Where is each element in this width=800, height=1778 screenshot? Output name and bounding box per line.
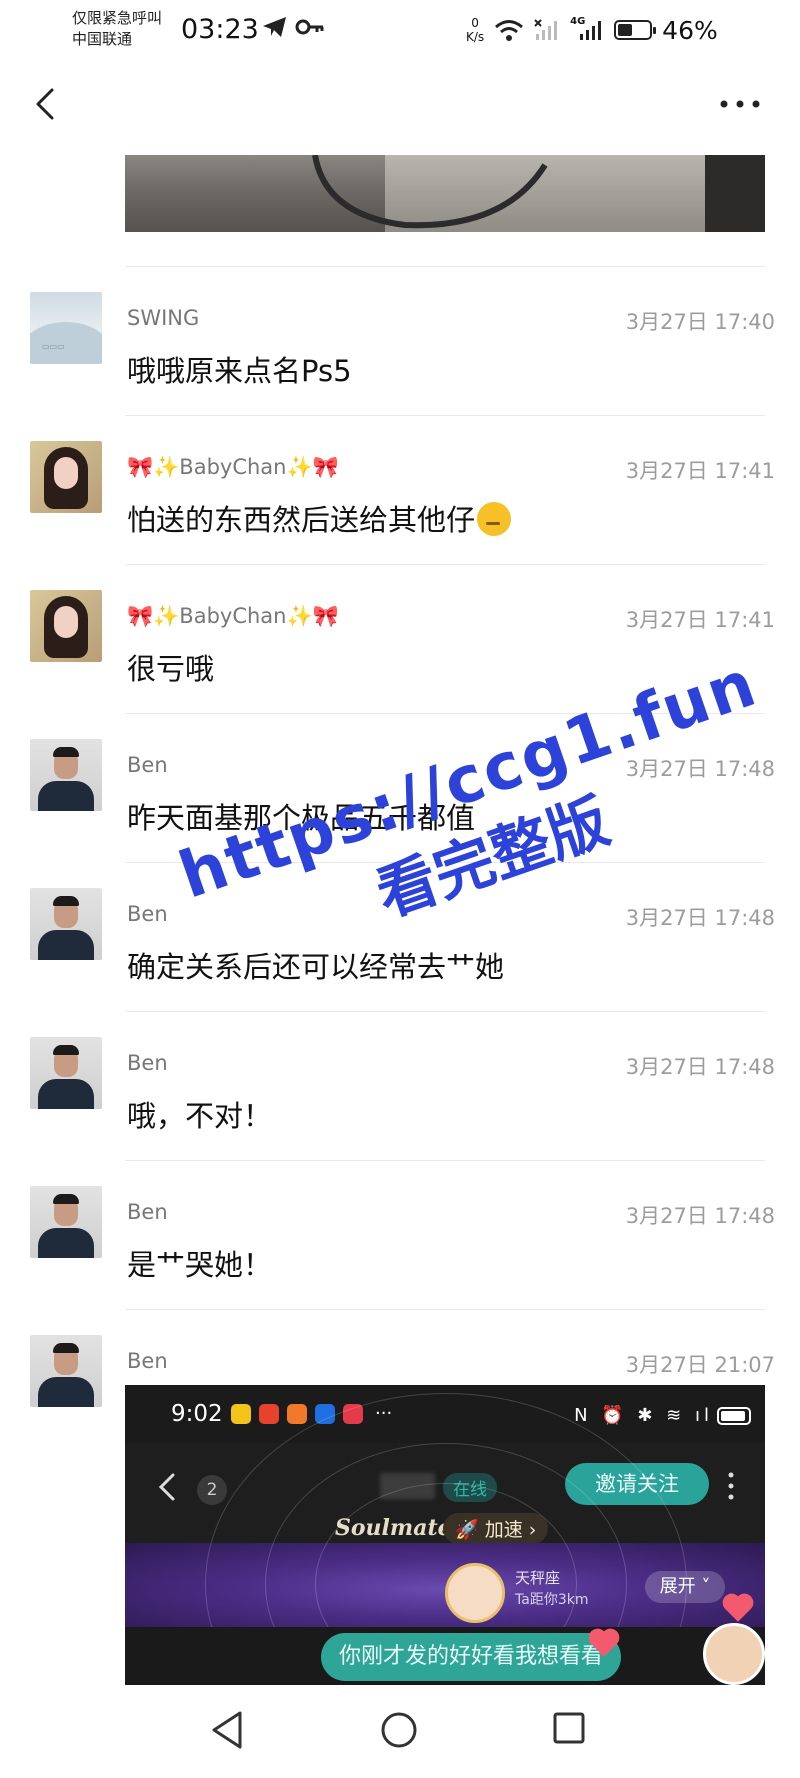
post-image-partial[interactable] bbox=[125, 155, 765, 232]
comment-time: 3月27日 17:48 bbox=[625, 757, 775, 781]
commenter-name[interactable]: Ben bbox=[127, 1200, 168, 1224]
comment-text: 哦哦原来点名Ps5 bbox=[127, 354, 352, 388]
more-horizontal-icon[interactable] bbox=[718, 96, 762, 112]
comment-time: 3月27日 17:40 bbox=[625, 310, 775, 334]
more-vertical-icon bbox=[728, 1472, 734, 1500]
status-bar: 仅限紧急呼叫 中国联通 03:23 0 K/s 4G 46% bbox=[0, 0, 800, 60]
comment-time: 3月27日 17:48 bbox=[625, 906, 775, 930]
triangle-back-icon[interactable] bbox=[208, 1709, 246, 1751]
status-left-icons bbox=[262, 16, 325, 44]
avatar[interactable] bbox=[30, 441, 102, 513]
comment-item[interactable]: ▭▭▭ SWING 3月27日 17:40 哦哦原来点名Ps5 bbox=[0, 270, 800, 410]
app-icon bbox=[259, 1403, 279, 1424]
commenter-name[interactable]: Ben bbox=[127, 902, 168, 926]
chat-message-bubble: 你刚才发的好好看我想看看 bbox=[321, 1633, 622, 1681]
avatar[interactable] bbox=[30, 1186, 102, 1258]
system-nav-bar bbox=[0, 1685, 800, 1778]
commenter-name[interactable]: 🎀✨BabyChan✨🎀 bbox=[127, 455, 339, 480]
avatar[interactable] bbox=[30, 590, 102, 662]
battery-percent: 46% bbox=[662, 15, 718, 45]
comment-text: 确定关系后还可以经常去艹她 bbox=[127, 950, 505, 984]
comment-time: 3月27日 17:48 bbox=[625, 1055, 775, 1079]
comment-time: 3月27日 17:48 bbox=[625, 1204, 775, 1228]
expand-label: 展开 bbox=[659, 1576, 696, 1597]
comment-time: 3月27日 21:07 bbox=[625, 1353, 775, 1377]
wifi-icon bbox=[495, 20, 524, 41]
app-icon bbox=[287, 1403, 307, 1424]
embedded-clock: 9:02 bbox=[171, 1401, 223, 1427]
avatar[interactable] bbox=[30, 739, 102, 811]
comment-text: 哦，不对！ bbox=[127, 1099, 273, 1133]
comment-image[interactable]: 9:02 ··· N ⏰ ✱ ≋ ıl 2 在线 邀请关注 Soulmate 🚀… bbox=[125, 1385, 765, 1685]
comment-text-row: 怕送的东西然后送给其他仔 bbox=[127, 497, 512, 539]
user-avatar bbox=[703, 1623, 765, 1685]
clock: 03:23 bbox=[181, 14, 259, 45]
commenter-name[interactable]: 🎀✨BabyChan✨🎀 bbox=[127, 604, 339, 629]
divider bbox=[125, 564, 765, 565]
chevron-left-icon[interactable] bbox=[26, 84, 66, 124]
comment-text: 很亏哦 bbox=[127, 652, 215, 686]
divider bbox=[125, 415, 765, 416]
comment-item[interactable]: Ben 3月27日 17:48 昨天面基那个极品五千都值 bbox=[0, 717, 800, 857]
comment-item[interactable]: Ben 3月27日 17:48 确定关系后还可以经常去艹她 bbox=[0, 866, 800, 1006]
comment-item[interactable]: 🎀✨BabyChan✨🎀 3月27日 17:41 很亏哦 bbox=[0, 568, 800, 708]
top-bar bbox=[0, 60, 800, 150]
divider bbox=[125, 1011, 765, 1012]
divider bbox=[125, 266, 765, 267]
signal-no-sim-icon bbox=[534, 19, 558, 40]
comment-text: 是艹哭她！ bbox=[127, 1248, 273, 1282]
comment-item[interactable]: Ben 3月27日 17:48 哦，不对！ bbox=[0, 1015, 800, 1155]
expand-button: 展开 ˅ bbox=[645, 1571, 725, 1603]
avatar[interactable]: ▭▭▭ bbox=[30, 292, 102, 364]
distance-label: Ta距你3km bbox=[515, 1592, 589, 1608]
chevron-left-icon bbox=[158, 1473, 175, 1501]
carrier-line-2: 中国联通 bbox=[72, 30, 133, 48]
battery-fill bbox=[618, 24, 633, 36]
comment-text: 昨天面基那个极品五千都值 bbox=[127, 801, 476, 835]
commenter-name[interactable]: SWING bbox=[127, 306, 199, 330]
embedded-status-icons: N ⏰ ✱ ≋ ıl bbox=[574, 1405, 713, 1426]
divider bbox=[125, 1160, 765, 1161]
avatar[interactable] bbox=[30, 1037, 102, 1109]
commenter-name[interactable]: Ben bbox=[127, 1051, 168, 1075]
match-avatar bbox=[445, 1563, 505, 1623]
divider bbox=[125, 862, 765, 863]
telegram-icon bbox=[263, 17, 286, 37]
battery-icon bbox=[614, 20, 657, 40]
zodiac-label: 天秤座 bbox=[515, 1569, 561, 1587]
chevron-down-icon: ˅ bbox=[695, 1576, 711, 1597]
signal-4g-icon: 4G bbox=[570, 16, 604, 42]
key-icon bbox=[295, 19, 324, 35]
commenter-name[interactable]: Ben bbox=[127, 1349, 168, 1373]
comment-time: 3月27日 17:41 bbox=[625, 459, 775, 483]
network-speed-value: 0 bbox=[471, 16, 479, 30]
network-speed: 0 K/s bbox=[466, 16, 484, 44]
divider bbox=[125, 713, 765, 714]
network-speed-unit: K/s bbox=[466, 30, 485, 44]
circle-home-icon[interactable] bbox=[380, 1711, 418, 1749]
carrier-info: 仅限紧急呼叫 中国联通 bbox=[72, 8, 162, 50]
comment-item[interactable]: 🎀✨BabyChan✨🎀 3月27日 17:41 怕送的东西然后送给其他仔 bbox=[0, 419, 800, 559]
carrier-line-1: 仅限紧急呼叫 bbox=[72, 9, 163, 27]
app-icon bbox=[231, 1403, 251, 1424]
divider bbox=[125, 1309, 765, 1310]
embedded-battery-icon bbox=[717, 1407, 751, 1425]
unread-count-badge: 2 bbox=[197, 1475, 227, 1505]
avatar[interactable] bbox=[30, 1335, 102, 1407]
commenter-name[interactable]: Ben bbox=[127, 753, 168, 777]
comment-time: 3月27日 17:41 bbox=[625, 608, 775, 632]
square-recent-icon[interactable] bbox=[552, 1711, 586, 1745]
comment-text: 怕送的东西然后送给其他仔 bbox=[127, 503, 476, 537]
comment-item[interactable]: Ben 3月27日 17:48 是艹哭她！ bbox=[0, 1164, 800, 1304]
avatar[interactable] bbox=[30, 888, 102, 960]
thinking-face-icon bbox=[477, 502, 512, 536]
status-right-icons: 0 K/s 4G 46% bbox=[466, 10, 718, 50]
